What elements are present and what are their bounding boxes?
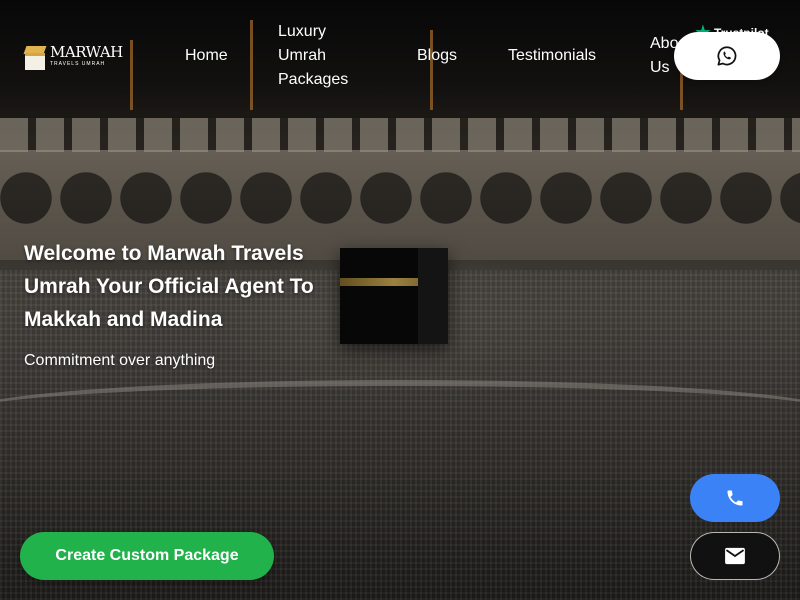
brand-name: MARWAH (50, 43, 123, 61)
site-header: MARWAH TRAVELS UMRAH Home Luxury Umrah P… (0, 0, 800, 112)
mail-icon (725, 547, 745, 565)
whatsapp-button[interactable] (674, 32, 780, 80)
phone-icon (727, 490, 743, 506)
whatsapp-icon (717, 46, 737, 66)
nav-blogs[interactable]: Blogs (417, 44, 457, 68)
hero-title: Welcome to Marwah Travels Umrah Your Off… (24, 242, 314, 331)
create-custom-package-button[interactable]: Create Custom Package (20, 532, 274, 580)
nav-home[interactable]: Home (185, 44, 228, 68)
nav-luxury-umrah-packages[interactable]: Luxury Umrah Packages (278, 20, 348, 92)
nav-testimonials[interactable]: Testimonials (508, 44, 596, 68)
hero-subtitle: Commitment over anything (24, 352, 216, 369)
brand-tagline: TRAVELS UMRAH (50, 61, 106, 67)
hero-section: MARWAH TRAVELS UMRAH Home Luxury Umrah P… (0, 0, 800, 600)
kaaba-logo-icon (23, 44, 47, 70)
phone-button[interactable] (690, 474, 780, 522)
brand-logo[interactable]: MARWAH TRAVELS UMRAH (23, 43, 123, 70)
email-button[interactable] (690, 532, 780, 580)
